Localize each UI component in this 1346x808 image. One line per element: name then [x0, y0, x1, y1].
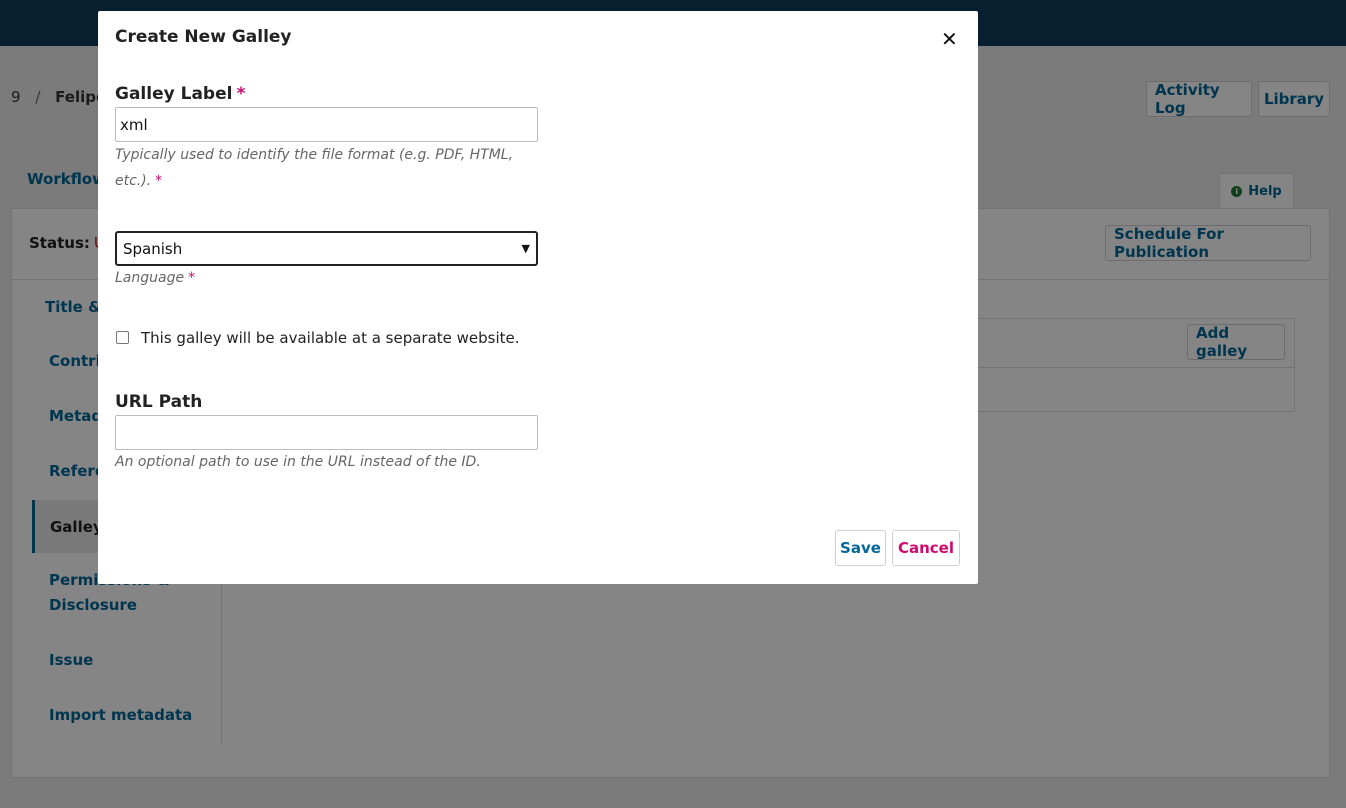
remote-galley-label[interactable]: This galley will be available at a separ… — [141, 329, 520, 347]
language-caption-text: Language — [115, 270, 185, 286]
url-path-heading: URL Path — [115, 392, 203, 412]
language-select[interactable]: Spanish ▼ — [115, 231, 538, 266]
language-caption: Language * — [115, 265, 535, 291]
required-mark: * — [155, 173, 163, 189]
create-galley-modal: Create New Galley ✕ Galley Label* Typica… — [98, 11, 978, 584]
chevron-down-icon: ▼ — [521, 242, 530, 255]
galley-label-description-line2: etc.). * — [115, 168, 535, 194]
galley-label-description-text: etc.). — [115, 173, 152, 189]
galley-label-heading: Galley Label * — [115, 84, 245, 104]
required-mark: * — [236, 84, 246, 104]
galley-label-text: Galley Label — [115, 84, 233, 104]
close-icon[interactable]: ✕ — [941, 27, 958, 51]
modal-title: Create New Galley — [115, 27, 292, 47]
url-path-description: An optional path to use in the URL inste… — [115, 454, 481, 470]
language-selected-value: Spanish — [123, 239, 183, 258]
galley-label-description: Typically used to identify the file form… — [115, 142, 535, 194]
save-button[interactable]: Save — [835, 530, 886, 566]
required-mark: * — [188, 270, 196, 286]
cancel-button[interactable]: Cancel — [892, 530, 960, 566]
remote-galley-checkbox[interactable] — [116, 331, 129, 344]
url-path-input[interactable] — [115, 415, 538, 450]
galley-label-description-line1: Typically used to identify the file form… — [115, 147, 514, 163]
galley-label-input[interactable] — [115, 107, 538, 142]
